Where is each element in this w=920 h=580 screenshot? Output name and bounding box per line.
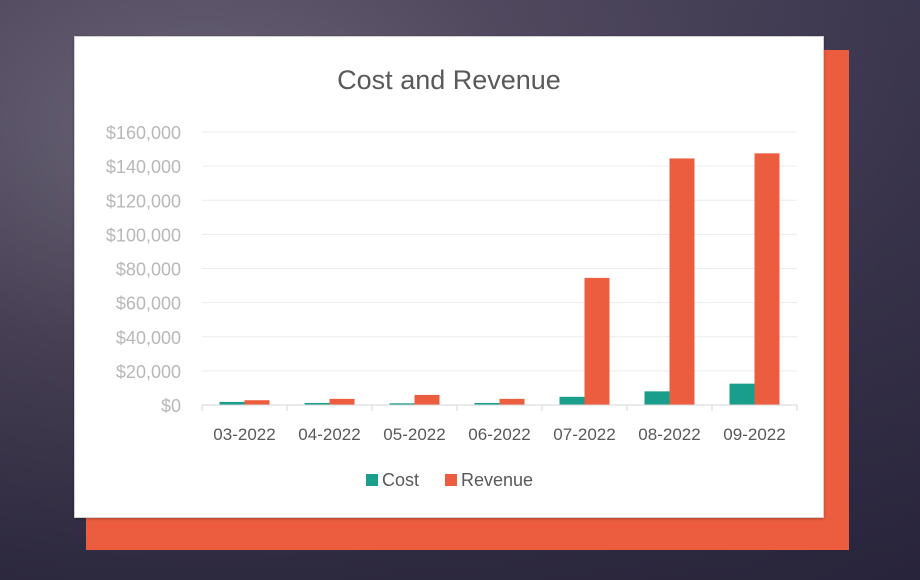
bar-revenue [244, 400, 270, 405]
legend: Cost Revenue [366, 470, 533, 490]
y-tick-label: $20,000 [116, 362, 181, 382]
bar-cost [644, 391, 670, 405]
x-tick-label: 03-2022 [213, 425, 275, 444]
bar-revenue [669, 158, 695, 405]
y-axis: $0 $20,000 $40,000 $60,000 $80,000 $100,000 $1… [106, 123, 181, 416]
y-tick-label: $160,000 [106, 123, 181, 143]
bar-revenue [499, 398, 525, 405]
chart-card: Cost and Revenue $0 $20,000 $40,000 $60,000… [74, 36, 824, 518]
legend-item: Revenue [445, 470, 533, 490]
x-tick-label: 08-2022 [638, 425, 700, 444]
chart-title: Cost and Revenue [337, 65, 561, 95]
y-tick-label: $0 [161, 396, 181, 416]
bar-chart: Cost and Revenue $0 $20,000 $40,000 $60,000… [106, 65, 798, 490]
x-tick-label: 09-2022 [723, 425, 785, 444]
y-tick-label: $60,000 [116, 294, 181, 314]
y-tick-label: $140,000 [106, 157, 181, 177]
bar-revenue [754, 153, 780, 405]
y-tick-label: $40,000 [116, 328, 181, 348]
gridlines [202, 131, 797, 372]
legend-swatch [366, 474, 378, 486]
legend-label: Revenue [461, 470, 533, 490]
y-tick-label: $100,000 [106, 225, 181, 245]
bars [219, 153, 780, 405]
y-tick-label: $120,000 [106, 191, 181, 211]
bar-revenue [414, 394, 440, 405]
x-axis: 03-2022 04-2022 05-2022 06-2022 07-2022 08-20… [201, 404, 798, 444]
bar-revenue [584, 277, 610, 405]
bar-cost [559, 396, 585, 405]
legend-label: Cost [382, 470, 419, 490]
y-tick-label: $80,000 [116, 260, 181, 280]
x-tick-label: 04-2022 [298, 425, 360, 444]
bar-cost [729, 383, 755, 405]
x-tick-label: 06-2022 [468, 425, 530, 444]
legend-item: Cost [366, 470, 419, 490]
x-tick-label: 07-2022 [553, 425, 615, 444]
bar-revenue [329, 398, 355, 405]
legend-swatch [445, 474, 457, 486]
x-tick-label: 05-2022 [383, 425, 445, 444]
